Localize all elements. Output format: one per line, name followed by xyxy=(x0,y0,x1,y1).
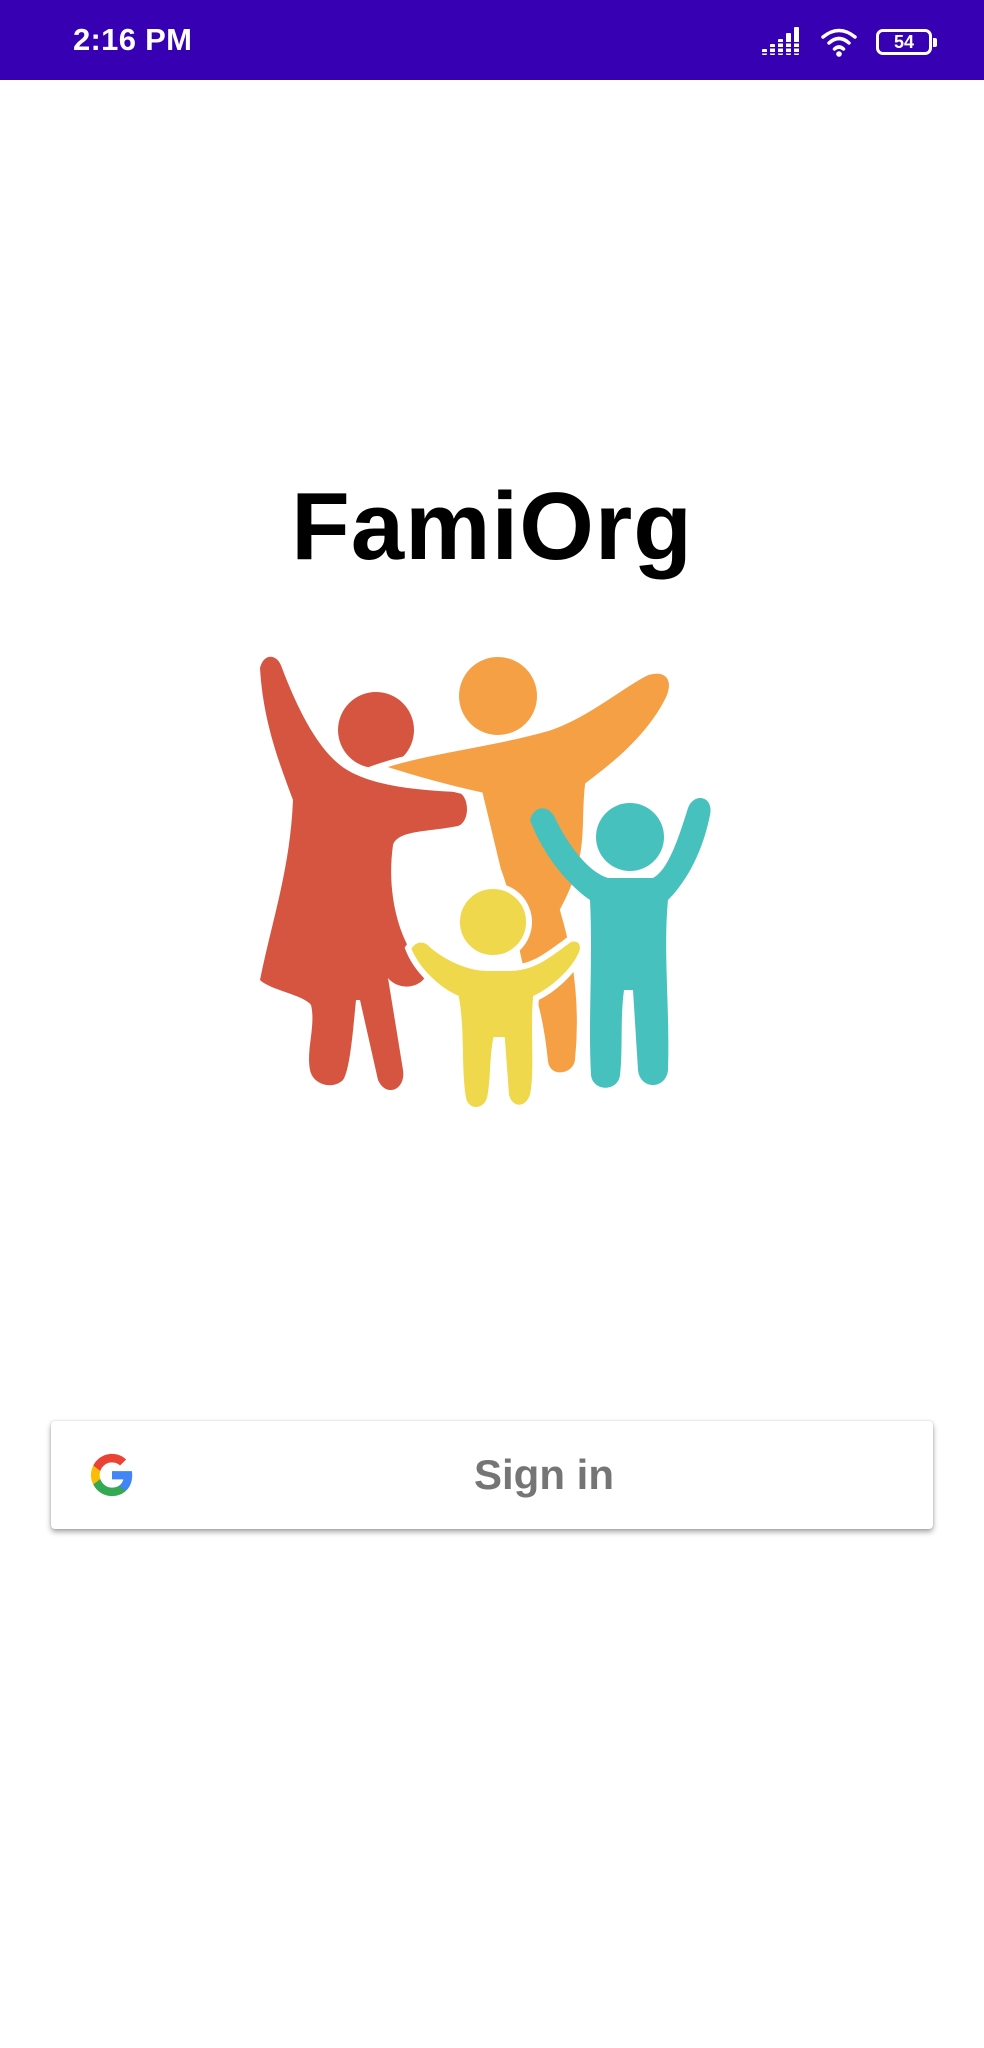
status-icons: 54 xyxy=(762,22,937,62)
app-screen: 2:16 PM 54 FamiOrg Sign in xyxy=(0,0,984,2048)
status-bar: 2:16 PM 54 xyxy=(0,0,984,80)
battery-icon: 54 xyxy=(876,29,937,55)
mother-figure xyxy=(260,656,467,1091)
app-title: FamiOrg xyxy=(291,473,693,580)
battery-level: 54 xyxy=(893,32,915,52)
status-time: 2:16 PM xyxy=(73,22,193,57)
google-icon xyxy=(90,1453,133,1497)
google-signin-button[interactable]: Sign in xyxy=(51,1421,933,1529)
signin-label: Sign in xyxy=(474,1451,614,1498)
signal-icon xyxy=(762,27,802,57)
family-logo xyxy=(248,650,738,1140)
wifi-icon xyxy=(820,27,858,57)
